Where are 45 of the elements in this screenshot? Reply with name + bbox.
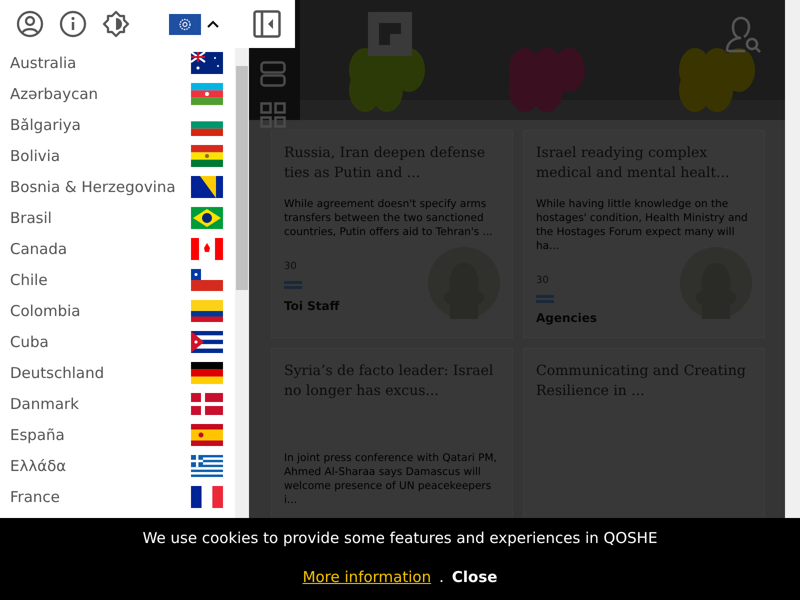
language-item[interactable]: Chile [0, 264, 235, 295]
language-item[interactable]: France [0, 481, 235, 512]
source-logo-icon [536, 294, 554, 303]
caret-icon [207, 20, 219, 28]
language-item[interactable]: Bosnia & Herzegovina [0, 171, 235, 202]
article-excerpt: While agreement doesn't specify arms transfers between the two sanctioned countries, Putin offers aid to Tehran's ... [284, 197, 494, 239]
flag-icon [191, 268, 223, 290]
flag-icon [191, 82, 223, 104]
flag-icon [169, 14, 201, 34]
language-item[interactable]: Bolivia [0, 140, 235, 171]
language-item[interactable]: Canada [0, 233, 235, 264]
flag-icon [191, 330, 223, 352]
more-information-link[interactable]: More information [302, 568, 432, 586]
info-icon[interactable] [59, 10, 87, 38]
language-item[interactable]: España [0, 419, 235, 450]
flag-icon [191, 52, 223, 74]
language-item[interactable]: Deutschland [0, 357, 235, 388]
account-icon[interactable] [16, 10, 44, 38]
language-item[interactable]: Bǎlgariya [0, 109, 235, 140]
flag-icon [191, 392, 223, 414]
language-item[interactable]: Azərbaycan [0, 78, 235, 109]
language-item[interactable]: Australia [0, 48, 235, 78]
language-item[interactable]: Colombia [0, 295, 235, 326]
flag-icon [191, 206, 223, 228]
separator-text: . [439, 568, 444, 586]
language-item[interactable]: Danmark [0, 388, 235, 419]
flag-icon [191, 300, 223, 322]
flag-icon [191, 486, 223, 508]
flag-icon [191, 176, 223, 198]
article-excerpt: In joint press conference with Qatari PM, Ahmed Al-Sharaa says Damascus will welcome presence of UN peacekeepers i... [284, 451, 498, 507]
flag-icon [191, 238, 223, 260]
collapse-panel-icon[interactable] [253, 10, 281, 38]
brightness-icon[interactable] [102, 10, 130, 38]
scrollbar-thumb[interactable] [236, 66, 248, 290]
language-button[interactable] [169, 14, 219, 34]
article-excerpt: While having little knowledge on the hostages' condition, Health Ministry and the Hostages Forum expect many will ha... [536, 197, 749, 253]
source-logo-icon [284, 280, 302, 291]
flag-icon [191, 424, 223, 446]
flag-icon [191, 144, 223, 166]
flag-icon [191, 362, 223, 384]
close-button[interactable]: Close [452, 568, 498, 586]
flag-icon [191, 454, 223, 476]
language-item[interactable]: Brasil [0, 202, 235, 233]
language-item[interactable]: Ελλάδα [0, 450, 235, 481]
language-item[interactable]: Cuba [0, 326, 235, 357]
